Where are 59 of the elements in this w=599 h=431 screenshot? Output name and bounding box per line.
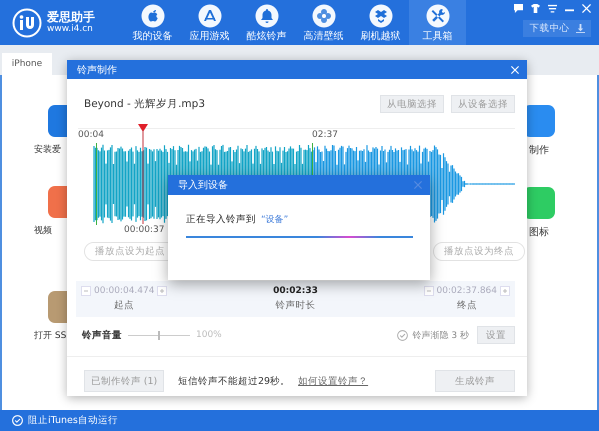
check-circle-icon: [12, 415, 23, 426]
download-center-button[interactable]: 下载中心: [523, 20, 591, 37]
nav-tab[interactable]: 应用游戏: [181, 0, 238, 45]
volume-reading: 100%: [196, 330, 222, 340]
settings-button[interactable]: 设置: [477, 326, 515, 344]
duration-caption: 铃声时长: [276, 299, 316, 312]
set-end-button[interactable]: 播放点设为终点: [433, 242, 525, 261]
close-icon[interactable]: [582, 4, 591, 13]
app-name: 爱思助手: [47, 10, 95, 24]
duration-value: 00:02:33: [273, 286, 318, 296]
volume-label: 铃声音量: [82, 328, 122, 342]
made-ringtones-button[interactable]: 已制作铃声 (1): [84, 370, 164, 392]
help-link[interactable]: 如何设置铃声？: [298, 374, 368, 388]
app-url: www.i4.cn: [47, 24, 94, 35]
close-icon[interactable]: [511, 66, 519, 74]
start-time-label: 00:04: [78, 130, 104, 140]
device-tab[interactable]: iPhone: [2, 53, 52, 75]
playhead-time: 00:00:37: [124, 225, 164, 235]
app-store-icon: [198, 4, 222, 28]
tools-icon: [426, 4, 450, 28]
nav-tab[interactable]: 我的设备: [124, 0, 181, 45]
tool-label: 视频: [34, 224, 52, 237]
shirt-icon[interactable]: [531, 4, 540, 13]
box-icon: [368, 4, 392, 28]
plus-icon[interactable]: [157, 286, 168, 296]
tool-label: 制作: [529, 144, 549, 157]
chat-icon[interactable]: [514, 4, 523, 13]
target-device: “设备”: [261, 214, 288, 226]
nav-tab[interactable]: 酷炫铃声: [238, 0, 295, 45]
end-time-label: 02:37: [312, 130, 338, 140]
status-text[interactable]: 阻止iTunes自动运行: [28, 414, 118, 427]
start-time-field[interactable]: 00:00:04.474: [94, 286, 154, 296]
bell-icon: [254, 4, 278, 28]
checkbox[interactable]: [396, 330, 408, 340]
source-button[interactable]: 从设备选择: [451, 95, 515, 113]
source-button[interactable]: 从电脑选择: [380, 95, 444, 113]
fade-label: 铃声渐隐 3 秒: [412, 330, 469, 342]
minus-icon[interactable]: [424, 286, 434, 296]
dialog-title: 导入到设备: [178, 178, 228, 192]
menu-icon[interactable]: [548, 4, 557, 13]
tool-label: 图标: [529, 226, 549, 239]
nav-tab[interactable]: 刷机越狱: [352, 0, 409, 45]
tool-label: 打开 SS: [34, 330, 66, 342]
apple-icon: [140, 4, 164, 28]
dialog-title: 铃声制作: [77, 64, 117, 76]
file-name: Beyond - 光辉岁月.mp3: [84, 97, 205, 111]
flower-icon: [312, 4, 336, 28]
import-message: 正在导入铃声到: [186, 213, 256, 226]
playhead-marker[interactable]: [138, 124, 148, 224]
tool-label: 安装爱: [34, 144, 61, 156]
nav-tab[interactable]: 高清壁纸: [295, 0, 352, 45]
download-icon: [576, 24, 584, 33]
nav-tab[interactable]: 工具箱: [409, 0, 466, 45]
start-caption: 起点: [114, 299, 134, 312]
generate-button[interactable]: 生成铃声: [435, 370, 515, 392]
end-time-field[interactable]: 00:02:37.864: [436, 286, 497, 296]
end-caption: 终点: [456, 299, 477, 312]
logo-icon: [12, 8, 42, 38]
note-text: 短信铃声不能超过29秒。: [178, 374, 290, 388]
